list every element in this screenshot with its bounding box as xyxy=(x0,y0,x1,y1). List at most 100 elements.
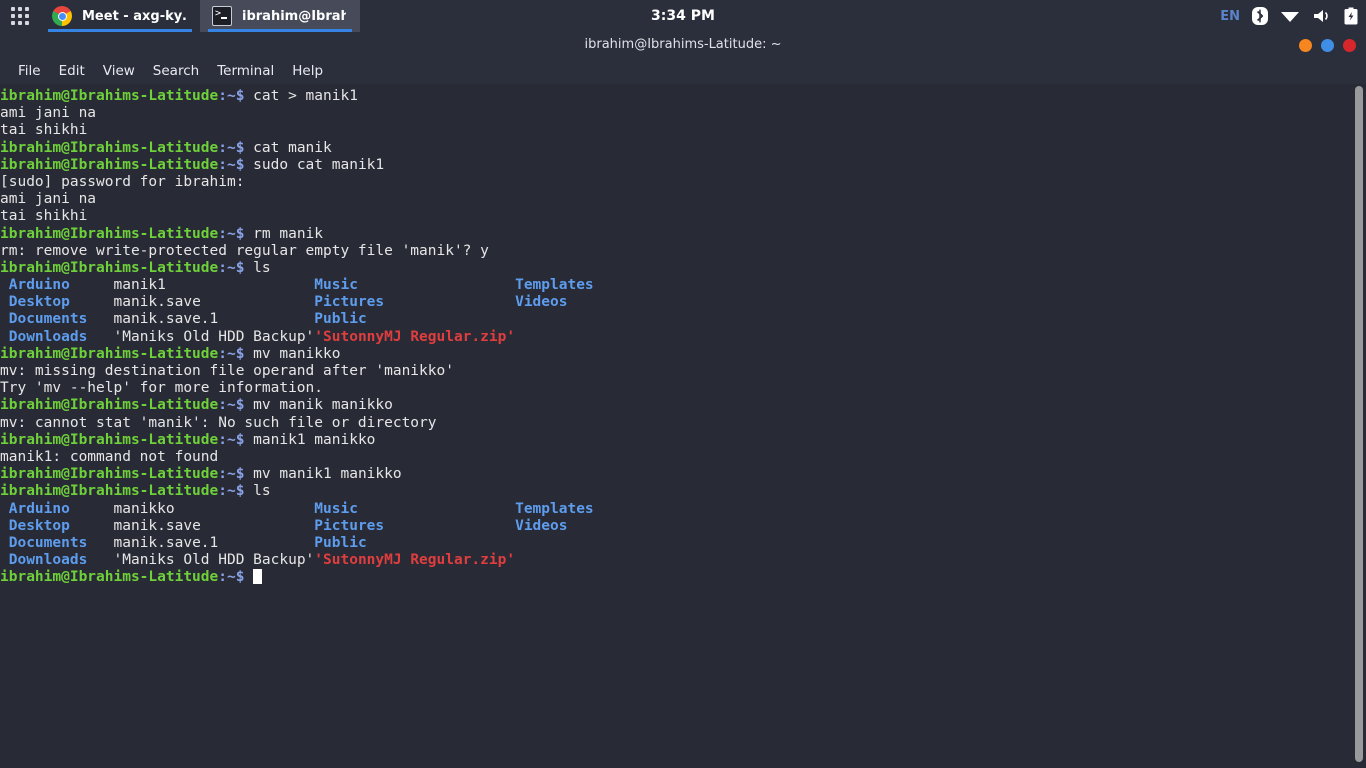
terminal-line: manik1: command not found xyxy=(0,449,594,466)
terminal-output-text: manik1: command not found xyxy=(0,448,219,465)
battery-icon[interactable] xyxy=(1344,7,1358,25)
terminal-line: Desktop manik.save Pictures Videos xyxy=(0,518,594,535)
window-controls xyxy=(1299,32,1356,58)
window-title: ibrahim@Ibrahims-Latitude: ~ xyxy=(584,37,782,52)
terminal-line: Arduino manik1 Music Templates xyxy=(0,277,594,294)
ls-entry: 'Maniks Old HDD Backup' xyxy=(113,552,315,569)
terminal-line: ami jani na xyxy=(0,191,594,208)
ls-entry: Public xyxy=(314,534,516,551)
apps-grid-icon xyxy=(11,7,29,25)
terminal-line: mv: cannot stat 'manik': No such file or… xyxy=(0,415,594,432)
prompt-user: ibrahim@Ibrahims-Latitude xyxy=(0,431,219,448)
window-titlebar[interactable]: ibrahim@Ibrahims-Latitude: ~ xyxy=(0,32,1366,58)
terminal-line: Arduino manikko Music Templates xyxy=(0,501,594,518)
menu-item-terminal[interactable]: Terminal xyxy=(208,58,283,84)
ls-entry: Music xyxy=(314,500,516,517)
terminal-line: ami jani na xyxy=(0,105,594,122)
terminal-line: ibrahim@Ibrahims-Latitude:~$ mv manikko xyxy=(0,346,594,363)
terminal-line: tai shikhi xyxy=(0,208,594,225)
prompt-path: :~$ xyxy=(218,259,245,276)
terminal-command: mv manik manikko xyxy=(244,397,393,414)
terminal-line: Downloads 'Maniks Old HDD Backup''Sutonn… xyxy=(0,552,594,569)
prompt-user: ibrahim@Ibrahims-Latitude xyxy=(0,225,219,242)
terminal-output-text: tai shikhi xyxy=(0,122,88,139)
ls-entry: Desktop xyxy=(0,294,114,311)
terminal-line: ibrahim@Ibrahims-Latitude:~$ mv manik ma… xyxy=(0,397,594,414)
prompt-user: ibrahim@Ibrahims-Latitude xyxy=(0,345,219,362)
close-button[interactable] xyxy=(1343,38,1356,52)
top-panel: Meet - axg-ky… ibrahim@Ibrah… 3:34 PM EN xyxy=(0,0,1366,32)
prompt-path: :~$ xyxy=(218,88,245,104)
taskbar-item-terminal[interactable]: ibrahim@Ibrah… xyxy=(200,0,360,32)
ls-entry: Public xyxy=(314,311,516,328)
prompt-user: ibrahim@Ibrahims-Latitude xyxy=(0,397,219,414)
ls-entry: manik.save.1 xyxy=(113,311,315,328)
prompt-path: :~$ xyxy=(218,139,245,156)
terminal-line: ibrahim@Ibrahims-Latitude:~$ cat > manik… xyxy=(0,88,594,105)
prompt-user: ibrahim@Ibrahims-Latitude xyxy=(0,483,219,500)
terminal-line: ibrahim@Ibrahims-Latitude:~$ manik1 mani… xyxy=(0,432,594,449)
terminal-command: mv manikko xyxy=(244,345,341,362)
apps-grid-button[interactable] xyxy=(0,0,40,32)
maximize-button[interactable] xyxy=(1321,38,1334,52)
menubar: File Edit View Search Terminal Help xyxy=(0,58,1366,84)
wifi-icon[interactable] xyxy=(1280,9,1300,23)
terminal-command: rm manik xyxy=(244,225,324,242)
terminal-line: ibrahim@Ibrahims-Latitude:~$ cat manik xyxy=(0,140,594,157)
ls-entry: Videos xyxy=(515,517,568,534)
prompt-user: ibrahim@Ibrahims-Latitude xyxy=(0,88,219,104)
prompt-user: ibrahim@Ibrahims-Latitude xyxy=(0,259,219,276)
prompt-path: :~$ xyxy=(218,569,245,586)
terminal-output-text: ami jani na xyxy=(0,105,97,122)
terminal-screen[interactable]: ibrahim@Ibrahims-Latitude:~$ cat > manik… xyxy=(0,84,1366,768)
terminal-output-text: tai shikhi xyxy=(0,208,88,225)
ls-entry: Arduino xyxy=(0,500,114,517)
taskbar-item-chrome[interactable]: Meet - axg-ky… xyxy=(40,0,200,32)
ls-entry: Desktop xyxy=(0,517,114,534)
terminal-line: [sudo] password for ibrahim: xyxy=(0,174,594,191)
terminal-output-text: rm: remove write-protected regular empty… xyxy=(0,242,489,259)
terminal-command: manik1 manikko xyxy=(244,431,376,448)
terminal-output-text: mv: missing destination file operand aft… xyxy=(0,363,454,379)
prompt-user: ibrahim@Ibrahims-Latitude xyxy=(0,156,219,173)
taskbar-window-list: Meet - axg-ky… ibrahim@Ibrah… xyxy=(40,0,360,32)
terminal-command: cat manik xyxy=(244,139,332,156)
chrome-icon xyxy=(52,6,72,26)
terminal-scrollbar-thumb[interactable] xyxy=(1355,86,1363,762)
terminal-line: ibrahim@Ibrahims-Latitude:~$ mv manik1 m… xyxy=(0,466,594,483)
prompt-path: :~$ xyxy=(218,156,245,173)
volume-icon[interactable] xyxy=(1312,8,1332,24)
terminal-command: ls xyxy=(244,483,271,500)
terminal-command xyxy=(244,569,253,585)
prompt-path: :~$ xyxy=(218,483,245,500)
ls-entry: Arduino xyxy=(0,277,114,294)
terminal-output-text: ami jani na xyxy=(0,191,97,208)
menu-item-edit[interactable]: Edit xyxy=(50,58,94,84)
terminal-line: ibrahim@Ibrahims-Latitude:~$ rm manik xyxy=(0,226,594,243)
menu-item-search[interactable]: Search xyxy=(144,58,208,84)
terminal-scrollbar[interactable] xyxy=(1352,84,1366,768)
ls-entry: manik.save.1 xyxy=(113,534,315,551)
prompt-path: :~$ xyxy=(218,225,245,242)
ls-entry: Templates xyxy=(515,277,594,294)
ls-entry: 'Maniks Old HDD Backup' xyxy=(113,328,315,345)
menu-item-view[interactable]: View xyxy=(94,58,144,84)
bluetooth-icon[interactable] xyxy=(1252,7,1268,25)
terminal-cursor xyxy=(253,569,262,585)
terminal-line: tai shikhi xyxy=(0,122,594,139)
menu-item-file[interactable]: File xyxy=(9,58,50,84)
prompt-path: :~$ xyxy=(218,431,245,448)
ls-entry: Music xyxy=(314,277,516,294)
ls-entry: Downloads xyxy=(0,328,114,345)
terminal-line: Desktop manik.save Pictures Videos xyxy=(0,294,594,311)
terminal-command: sudo cat manik1 xyxy=(244,156,385,173)
terminal-output-text: mv: cannot stat 'manik': No such file or… xyxy=(0,414,437,431)
ls-entry: 'SutonnyMJ Regular.zip' xyxy=(314,328,516,345)
taskbar-item-chrome-label: Meet - axg-ky… xyxy=(82,8,186,24)
ls-entry: Templates xyxy=(515,500,594,517)
terminal-command: ls xyxy=(244,259,271,276)
menu-item-help[interactable]: Help xyxy=(283,58,332,84)
keyboard-layout-indicator[interactable]: EN xyxy=(1220,9,1240,24)
minimize-button[interactable] xyxy=(1299,38,1312,52)
terminal-icon xyxy=(212,5,232,26)
